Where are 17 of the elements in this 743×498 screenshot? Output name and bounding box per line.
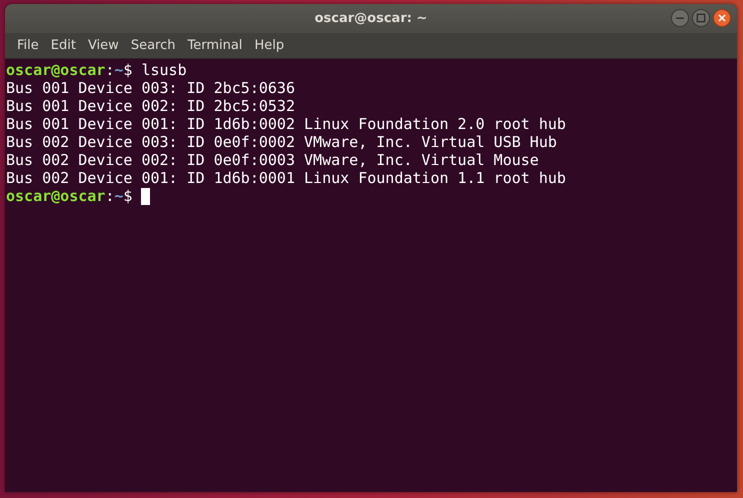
menu-item[interactable]: File <box>11 36 45 55</box>
output-line: Bus 001 Device 002: ID 2bc5:0532 <box>6 97 295 115</box>
output-line: Bus 001 Device 001: ID 1d6b:0002 Linux Foundation 2.0 root hub <box>6 115 566 133</box>
minimize-button[interactable] <box>671 9 689 27</box>
prompt-line: oscar@oscar:~$ <box>6 187 132 205</box>
menu-item[interactable]: Terminal <box>181 36 248 55</box>
menu-item[interactable]: Help <box>248 36 290 55</box>
close-button[interactable] <box>713 9 731 27</box>
menu-item[interactable]: Search <box>124 36 182 55</box>
output-line: Bus 002 Device 002: ID 0e0f:0003 VMware, Inc. Virtual Mouse <box>6 151 539 169</box>
window-title: oscar@oscar: ~ <box>314 11 428 26</box>
menu-item[interactable]: View <box>82 36 125 55</box>
prompt-line: oscar@oscar:~$ lsusb <box>6 61 187 79</box>
output-line: Bus 002 Device 003: ID 0e0f:0002 VMware, Inc. Virtual USB Hub <box>6 133 557 151</box>
output-line: Bus 001 Device 003: ID 2bc5:0636 <box>6 79 295 97</box>
output-line: Bus 002 Device 001: ID 1d6b:0001 Linux Foundation 1.1 root hub <box>6 169 566 187</box>
menu-item[interactable]: Edit <box>44 36 82 55</box>
